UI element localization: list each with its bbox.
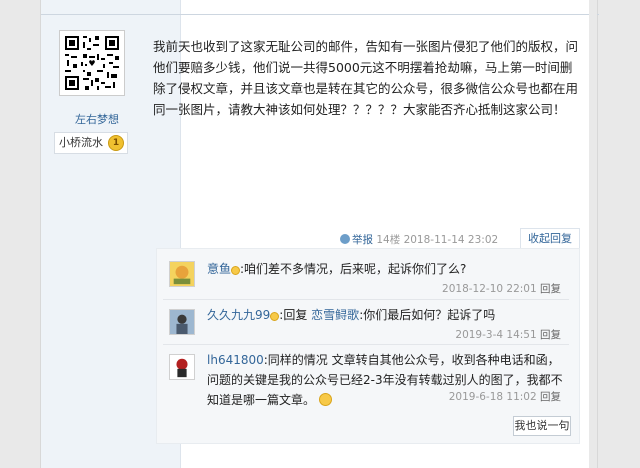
smile-emoji-icon xyxy=(319,393,333,406)
qr-code-icon: ♥ xyxy=(63,34,121,92)
reply-author-link[interactable]: 意鱼 xyxy=(207,262,231,276)
qr-code-avatar[interactable]: ♥ xyxy=(59,30,125,96)
report-icon xyxy=(340,234,350,244)
avatar[interactable] xyxy=(169,354,195,380)
reply-time: 2019-6-18 11:02 回复 xyxy=(448,391,561,403)
badge-label: 小桥流水 xyxy=(59,136,103,149)
reply-author-link[interactable]: 久久九九99 xyxy=(207,308,270,322)
collapse-replies-button[interactable]: 收起回复 xyxy=(520,228,580,248)
list-item: 意鱼:咱们差不多情况，后来呢，起诉你们了么? 2018-12-10 22:01 … xyxy=(163,257,573,299)
reply-list: 意鱼:咱们差不多情况，后来呢，起诉你们了么? 2018-12-10 22:01 … xyxy=(156,248,580,444)
list-item: 久久九九99:回复 恋雪鲟歌:你们最后如何？起诉了吗 2019-3-4 14:5… xyxy=(163,301,573,345)
reply-divider xyxy=(163,344,569,345)
medal-icon: 1 xyxy=(108,135,124,151)
report-link[interactable]: 举报 xyxy=(340,234,373,246)
add-comment-button[interactable]: 我也说一句 xyxy=(513,416,571,436)
svg-text:♥: ♥ xyxy=(88,59,95,68)
user-level-badge: 小桥流水 1 xyxy=(54,132,128,154)
list-item: lh641800:同样的情况 文章转自其他公众号，收到各种电话和函，问题的关键是… xyxy=(163,346,573,410)
post-top-border xyxy=(41,14,599,15)
reply-text: 久久九九99:回复 恋雪鲟歌:你们最后如何？起诉了吗 xyxy=(207,308,496,322)
reply-text: 意鱼:咱们差不多情况，后来呢，起诉你们了么? xyxy=(207,262,467,276)
post-meta: 举报 14楼 2018-11-14 23:02 xyxy=(340,232,498,247)
reply-link[interactable]: 回复 xyxy=(540,329,561,341)
reply-time: 2019-3-4 14:51 回复 xyxy=(455,329,561,341)
reply-time: 2018-12-10 22:01 回复 xyxy=(442,283,561,295)
floor-number: 14楼 xyxy=(376,234,401,246)
page-edge xyxy=(589,0,597,468)
reply-divider xyxy=(163,299,569,300)
reply-link[interactable]: 回复 xyxy=(540,391,561,403)
user-emoji-icon xyxy=(270,312,280,321)
post-content: 我前天也收到了这家无耻公司的邮件，告知有一张图片侵犯了他们的版权，问他们要赔多少… xyxy=(153,39,579,117)
reply-target-link[interactable]: 恋雪鲟歌 xyxy=(311,308,359,322)
reply-author-link[interactable]: lh641800 xyxy=(207,353,264,367)
post-timestamp: 2018-11-14 23:02 xyxy=(403,234,499,246)
user-emoji-icon xyxy=(231,266,241,275)
avatar[interactable] xyxy=(169,309,195,335)
reply-link[interactable]: 回复 xyxy=(540,283,561,295)
author-name-link[interactable]: 左右梦想 xyxy=(41,111,153,127)
avatar[interactable] xyxy=(169,261,195,287)
